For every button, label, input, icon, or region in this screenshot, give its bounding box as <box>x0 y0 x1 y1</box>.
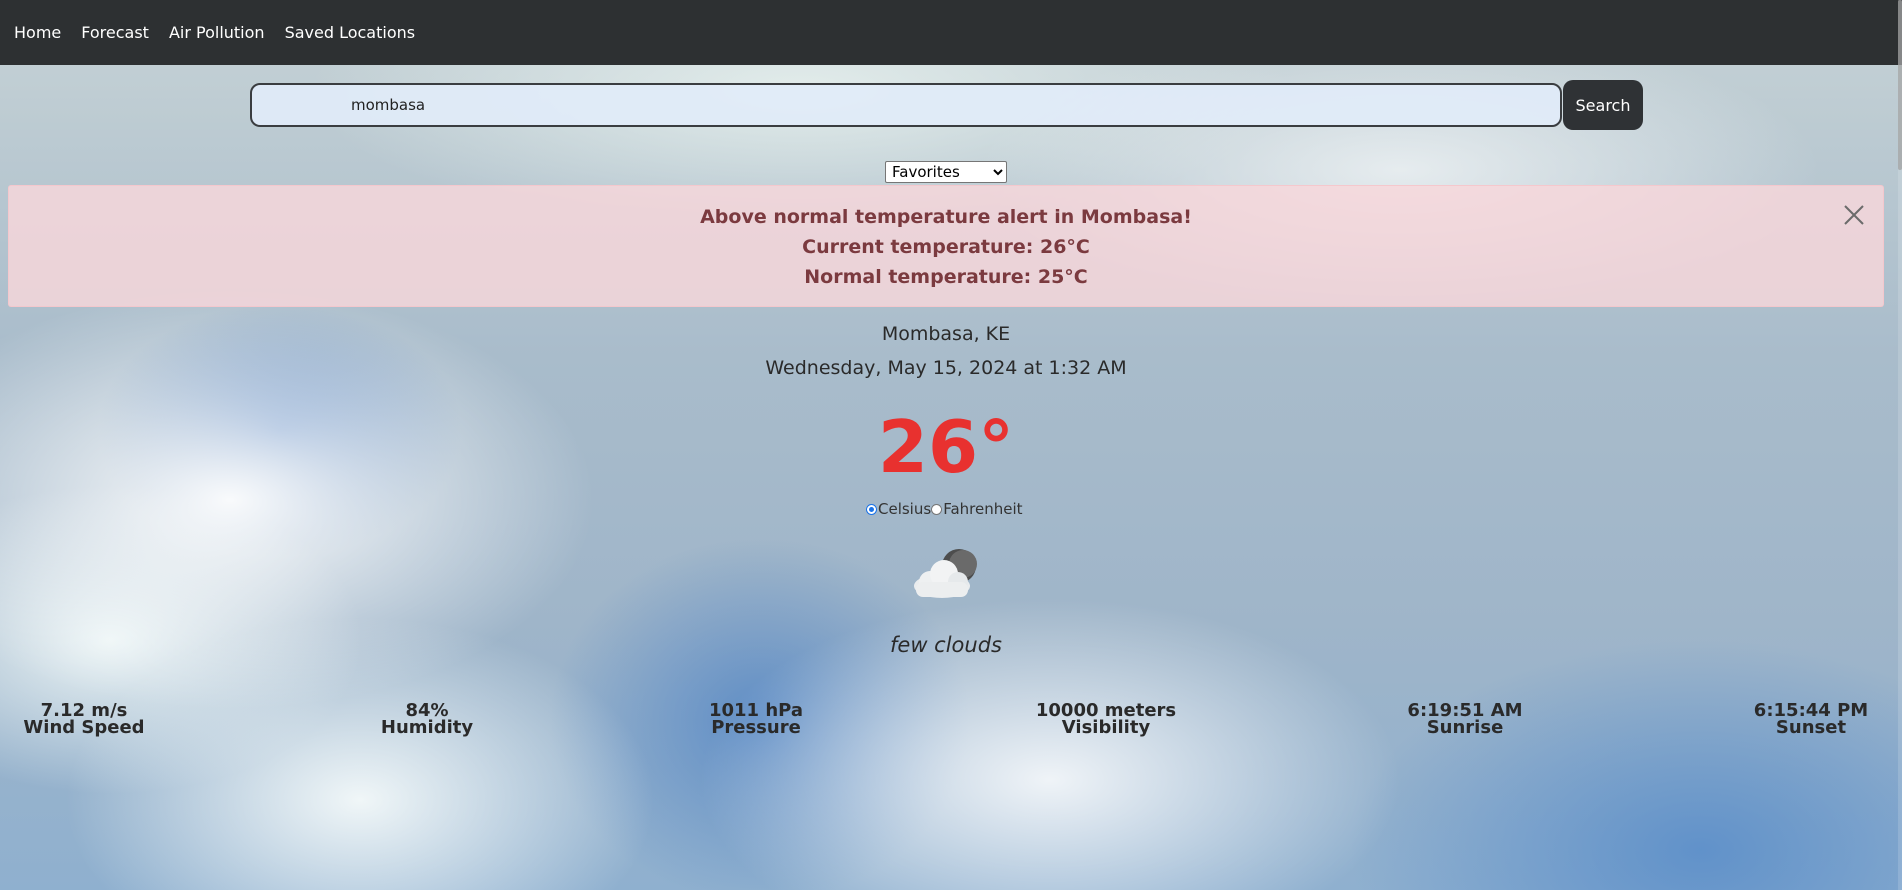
nav-forecast-link[interactable]: Forecast <box>81 23 149 42</box>
stat-label: Sunrise <box>1426 717 1504 738</box>
alert-current-temperature: Current temperature: 26°C <box>802 236 1090 258</box>
search-button[interactable]: Search <box>1563 80 1643 130</box>
close-icon[interactable] <box>1841 202 1867 228</box>
stat-sunset: 6:15:44 PM Sunset <box>1754 702 1868 738</box>
stat-label: Pressure <box>711 717 801 738</box>
page-scrollbar[interactable] <box>1898 0 1902 890</box>
stat-sunrise: 6:19:51 AM Sunrise <box>1407 702 1522 738</box>
stat-label: Humidity <box>380 717 474 738</box>
search-input[interactable] <box>250 83 1562 127</box>
alert-normal-temperature: Normal temperature: 25°C <box>804 266 1088 288</box>
stat-label: Sunset <box>1775 717 1847 738</box>
unit-toggle: Celsius Fahrenheit <box>866 500 1023 518</box>
fahrenheit-radio[interactable] <box>931 503 943 515</box>
celsius-radio[interactable] <box>866 503 877 515</box>
few-clouds-night-icon <box>914 549 977 598</box>
celsius-label: Celsius <box>878 500 932 518</box>
current-temperature: 26° <box>877 405 1015 489</box>
stat-label: Visibility <box>1061 717 1151 738</box>
temperature-alert: Above normal temperature alert in Mombas… <box>8 185 1884 307</box>
location-name: Mombasa, KE <box>881 323 1011 345</box>
stat-humidity: 84% Humidity <box>380 702 474 738</box>
weather-description: few clouds <box>890 633 1002 657</box>
stat-pressure: 1011 hPa Pressure <box>709 702 803 738</box>
stat-wind-speed: 7.12 m/s Wind Speed <box>23 702 145 738</box>
scrollbar-thumb[interactable] <box>1898 0 1902 170</box>
top-navbar: Home Forecast Air Pollution Saved Locati… <box>0 0 1902 65</box>
current-datetime: Wednesday, May 15, 2024 at 1:32 AM <box>765 357 1127 379</box>
fahrenheit-label: Fahrenheit <box>943 500 1023 518</box>
nav-saved-locations-link[interactable]: Saved Locations <box>285 23 416 42</box>
alert-headline: Above normal temperature alert in Mombas… <box>700 206 1192 228</box>
nav-home-link[interactable]: Home <box>14 23 61 42</box>
stat-visibility: 10000 meters Visibility <box>1036 702 1176 738</box>
stat-label: Wind Speed <box>23 717 145 738</box>
favorites-select[interactable]: Favorites <box>885 161 1007 183</box>
search-bar: Search <box>250 80 1643 130</box>
nav-air-pollution-link[interactable]: Air Pollution <box>169 23 265 42</box>
